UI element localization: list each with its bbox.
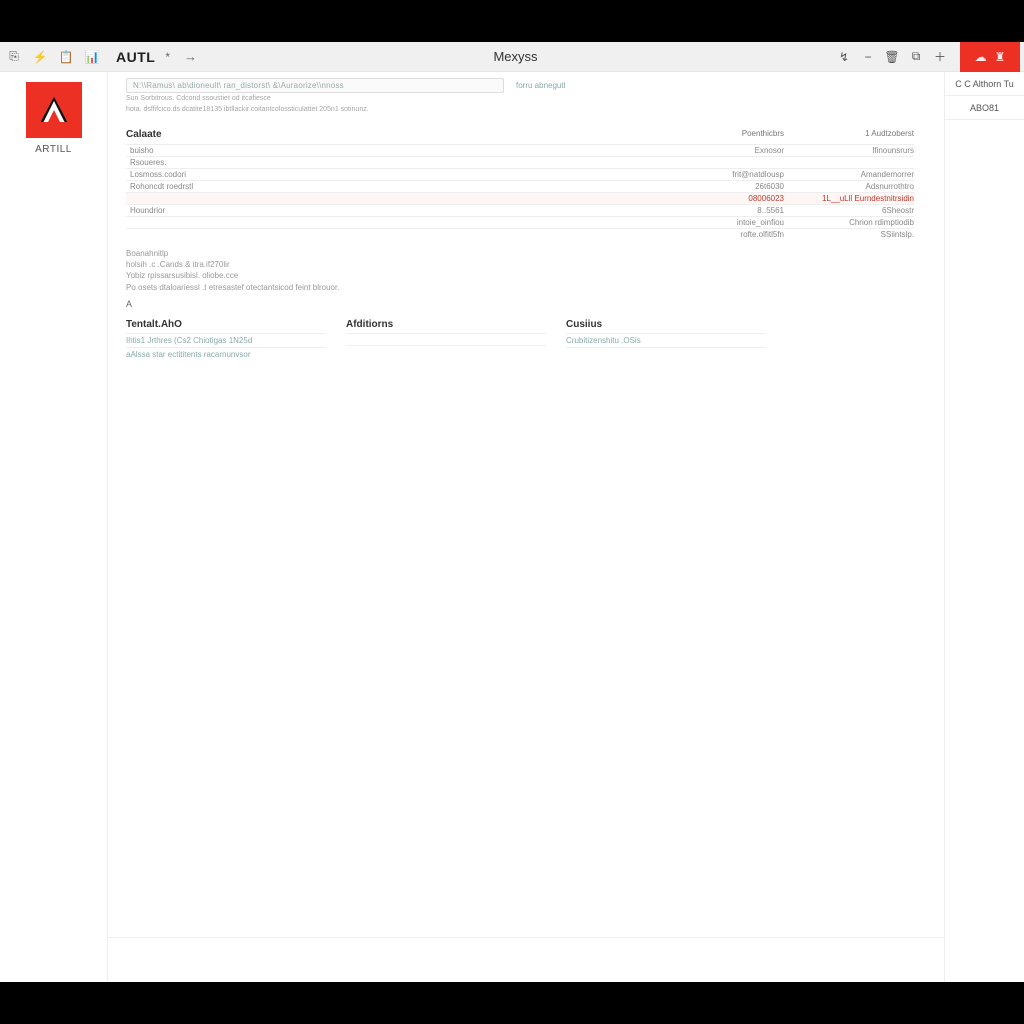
cell-val2: Adsnurrothtro (784, 182, 914, 191)
cell-name: Rohoncdt roedrstl (126, 182, 634, 191)
cell-val1: frit@natdlousp (634, 170, 784, 179)
column: CusiiusCrubitizenshitu .OSis (566, 319, 766, 361)
text-line: holsih .c .Cands & itra.if270lir (126, 259, 914, 270)
cell-val2: 1L__uLll Eurndestnitrsidin (784, 194, 914, 203)
column-header: Cusiius (566, 319, 766, 333)
export-icon[interactable]: ⎘ (4, 47, 24, 67)
app-logo[interactable] (26, 82, 82, 138)
cell-val1: 08006023 (634, 194, 784, 203)
table-row[interactable]: Losmoss.codorifrit@natdlouspAmandemorrer (126, 168, 914, 180)
cell-val1: 8..5561 (634, 206, 784, 215)
trash-icon[interactable]: 🗑 (882, 47, 902, 67)
table-row[interactable]: rofte.olfitl5fnSSiintslp. (126, 228, 914, 240)
cell-val1: Exnosor (634, 146, 784, 155)
column: Afditiorns (346, 319, 546, 361)
bolt-icon[interactable]: ⚡ (30, 47, 50, 67)
cell-val2: Amandemorrer (784, 170, 914, 179)
cell-val1: intoie_oinfiou (634, 218, 784, 227)
account-box[interactable]: ☁ ♜ (960, 42, 1020, 72)
column-item[interactable]: Ihtis1 Jrthres (Cs2 Chiotigas 1N25d (126, 333, 326, 347)
content-footer-rule (108, 937, 944, 938)
table-row[interactable]: buishoExnosorIfinounsrurs (126, 144, 914, 156)
meta-line-1: Sun Sorbitrous. Cdcond ssoustiet od itca… (108, 93, 944, 104)
cell-val2: Chrion rdimptiodib (784, 218, 914, 227)
app-toolbar: ⎘ ⚡ 📋 📊 AUTL * → Mexyss ↯ − 🗑 ⧉ ＋ ☁ ♜ (0, 42, 1024, 72)
clipboard-icon[interactable]: 📋 (56, 47, 76, 67)
panel-title: Calaate (126, 129, 634, 140)
cell-val1 (634, 158, 784, 167)
column-item[interactable] (346, 333, 546, 345)
table-row[interactable]: 080060231L__uLll Eurndestnitrsidin (126, 192, 914, 204)
table-row[interactable]: Rsoueres. (126, 156, 914, 168)
app-name: AUTL (116, 49, 155, 65)
table-row[interactable]: Houndrior8..55616Sheostr (126, 204, 914, 216)
panel-col3-header: 1 Audtzoberst (784, 129, 914, 140)
column-item[interactable]: Crubitizenshitu .OSis (566, 333, 766, 347)
panel-col2-header: Poenthicbrs (634, 129, 784, 140)
minus-icon[interactable]: − (858, 47, 878, 67)
left-sidebar: ARTILL (0, 72, 108, 982)
cell-name: Rsoueres. (126, 158, 634, 167)
user-icon: ♜ (995, 50, 1006, 64)
right-tab-1[interactable]: ABO81 (945, 96, 1024, 120)
column-item[interactable]: aAlssa star ectititents racarnunvsor (126, 347, 326, 361)
path-field[interactable]: N:\\Ramus\ ab\dioneult\ ran_distorst\ &\… (126, 78, 504, 93)
column-item[interactable] (346, 345, 546, 357)
cell-name (126, 194, 634, 203)
chart-icon[interactable]: 📊 (82, 47, 102, 67)
cloud-icon: ☁ (975, 50, 987, 64)
sync-icon[interactable]: ↯ (834, 47, 854, 67)
data-panel: Calaate Poenthicbrs 1 Audtzoberst buisho… (126, 129, 914, 240)
text-line: Boanahnitlp (126, 248, 914, 259)
info-label: forru abnegutl (516, 81, 565, 90)
table-row[interactable]: Rohoncdt roedrstl26t6030Adsnurrothtro (126, 180, 914, 192)
cell-val2: 6Sheostr (784, 206, 914, 215)
plus-icon[interactable]: ＋ (930, 47, 950, 67)
text-line: Po osets dtaloariessl .t etresastef otec… (126, 282, 914, 293)
cell-name (126, 218, 634, 227)
section-marker-a: A (126, 299, 944, 309)
cell-val1: 26t6030 (634, 182, 784, 191)
column-item[interactable] (566, 347, 766, 359)
cell-name: buisho (126, 146, 634, 155)
column-header: Tentalt.AhO (126, 319, 326, 333)
right-sidebar: C C Althorn Tu ABO81 (944, 72, 1024, 982)
table-row[interactable]: intoie_oinfiouChrion rdimptiodib (126, 216, 914, 228)
cell-name: Houndrior (126, 206, 634, 215)
column-header: Afditiorns (346, 319, 546, 333)
cell-name: Losmoss.codori (126, 170, 634, 179)
column: Tentalt.AhOIhtis1 Jrthres (Cs2 Chiotigas… (126, 319, 326, 361)
cell-val2: SSiintslp. (784, 230, 914, 239)
document-title: Mexyss (493, 49, 537, 64)
arrow-right-icon[interactable]: → (184, 49, 197, 64)
cell-val1: rofte.olfitl5fn (634, 230, 784, 239)
text-block: Boanahnitlpholsih .c .Cands & itra.if270… (126, 248, 914, 293)
meta-line-2: hota. dsffifcico.ds dcatite18135 ibtllac… (108, 104, 944, 115)
right-tab-0[interactable]: C C Althorn Tu (945, 72, 1024, 96)
modified-marker: * (165, 50, 170, 64)
cell-name (126, 230, 634, 239)
text-line: Yobiz rpissarsusibisl. oliobe.cce (126, 270, 914, 281)
cell-val2 (784, 158, 914, 167)
copy-icon[interactable]: ⧉ (906, 47, 926, 67)
main-content: N:\\Ramus\ ab\dioneult\ ran_distorst\ &\… (108, 72, 944, 982)
columns-section: Tentalt.AhOIhtis1 Jrthres (Cs2 Chiotigas… (126, 319, 914, 361)
cell-val2: Ifinounsrurs (784, 146, 914, 155)
logo-label: ARTILL (35, 144, 72, 155)
